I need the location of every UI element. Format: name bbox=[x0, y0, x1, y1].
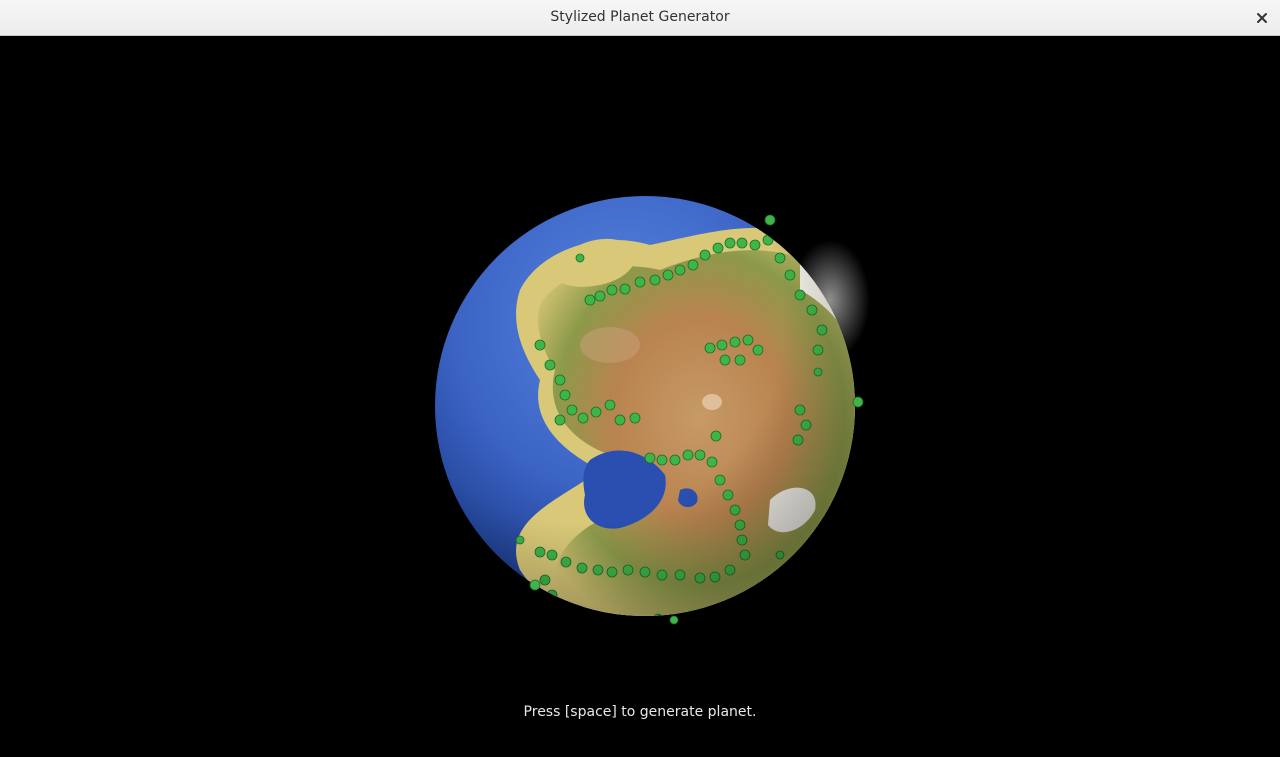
render-viewport[interactable]: Press [space] to generate planet. bbox=[0, 36, 1280, 757]
window-title: Stylized Planet Generator bbox=[550, 9, 730, 25]
close-button[interactable] bbox=[1252, 8, 1272, 28]
generate-hint: Press [space] to generate planet. bbox=[523, 704, 757, 720]
planet-render bbox=[435, 196, 870, 625]
close-icon bbox=[1257, 13, 1267, 23]
title-bar: Stylized Planet Generator bbox=[0, 0, 1280, 36]
